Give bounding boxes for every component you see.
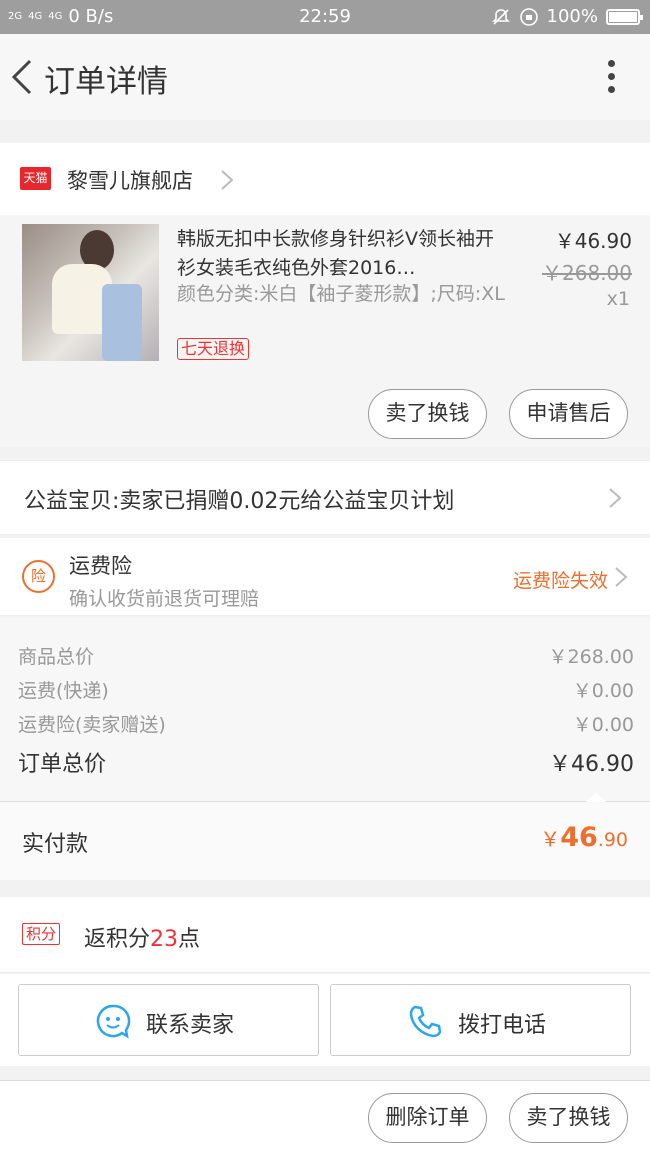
summary-value: ￥268.00 (548, 646, 634, 668)
product-quantity: x1 (606, 288, 630, 310)
product-title[interactable]: 韩版无扣中长款修身针织衫V领长袖开衫女装毛衣纯色外套2016… (177, 225, 507, 283)
paid-amount-row: 实付款 ￥46.90 (0, 802, 650, 880)
mute-icon (491, 8, 510, 25)
call-phone-button[interactable]: 拨打电话 (330, 984, 631, 1056)
bottom-action-bar: 删除订单 卖了换钱 (0, 1080, 650, 1155)
shipping-insurance-row[interactable]: 险 运费险 确认收货前退货可理赔 运费险失效 (0, 538, 650, 616)
summary-row-insurance: 运费险(卖家赠送) ￥0.00 (18, 710, 634, 740)
rotation-lock-icon (519, 7, 538, 26)
points-prefix: 返积分 (84, 927, 151, 952)
points-row: 积分 返积分23点 (0, 897, 650, 973)
charity-row[interactable]: 公益宝贝:卖家已捐赠0.02元给公益宝贝计划 (0, 460, 650, 535)
summary-label: 运费险(卖家赠送) (18, 714, 166, 736)
contact-actions: 联系卖家 拨打电话 (0, 974, 650, 1066)
back-arrow-icon[interactable] (10, 58, 34, 96)
summary-row-goods: 商品总价 ￥268.00 (18, 642, 634, 672)
product-spec: 颜色分类:米白【袖子菱形款】;尺码:XL (177, 283, 505, 305)
battery-percent: 100% (546, 6, 598, 27)
chevron-right-icon (609, 488, 622, 508)
shop-name[interactable]: 黎雪儿旗舰店 (67, 165, 193, 195)
contact-seller-button[interactable]: 联系卖家 (18, 984, 319, 1056)
call-phone-label: 拨打电话 (458, 1013, 547, 1038)
status-bar: 2G 4G 4G 0 B/s 22:59 100% (0, 0, 650, 34)
contact-seller-label: 联系卖家 (146, 1013, 235, 1038)
battery-icon (606, 8, 643, 25)
points-text: 返积分23点 (84, 921, 200, 953)
more-menu-icon[interactable] (608, 60, 616, 96)
phone-icon (409, 1005, 442, 1038)
summary-row-total: 订单总价 ￥46.90 (18, 746, 634, 777)
product-thumbnail[interactable] (22, 224, 159, 361)
order-total-value: ￥46.90 (549, 752, 634, 777)
paid-label: 实付款 (22, 832, 89, 857)
return-badge: 七天退换 (177, 338, 250, 360)
summary-value: ￥0.00 (572, 714, 634, 736)
navbar: 订单详情 (0, 34, 650, 120)
sell-button-bottom[interactable]: 卖了换钱 (509, 1093, 628, 1143)
shop-header[interactable]: 天猫 黎雪儿旗舰店 (0, 143, 650, 215)
summary-notch (586, 792, 606, 802)
summary-label: 商品总价 (18, 646, 95, 668)
product-price: ￥46.90 (554, 229, 632, 253)
charity-text: 公益宝贝:卖家已捐赠0.02元给公益宝贝计划 (24, 489, 455, 514)
paid-currency: ￥ (540, 827, 561, 851)
chat-bubble-icon (96, 1004, 131, 1039)
chevron-right-icon (615, 567, 628, 587)
page-title: 订单详情 (44, 64, 168, 100)
points-tag: 积分 (22, 923, 61, 945)
delete-order-button[interactable]: 删除订单 (368, 1093, 487, 1143)
sell-button[interactable]: 卖了换钱 (368, 389, 487, 439)
points-count: 23 (150, 927, 179, 952)
insurance-subtitle: 确认收货前退货可理赔 (69, 588, 260, 610)
tmall-logo: 天猫 (20, 167, 51, 190)
product-item: 韩版无扣中长款修身针织衫V领长袖开衫女装毛衣纯色外套2016… 颜色分类:米白【… (0, 215, 650, 447)
insurance-status: 运费险失效 (512, 570, 608, 592)
summary-label: 运费(快递) (18, 680, 109, 702)
summary-row-shipping: 运费(快递) ￥0.00 (18, 676, 634, 706)
paid-integer: 46 (560, 822, 598, 853)
paid-amount: ￥46.90 (540, 822, 628, 853)
paid-decimal: .90 (597, 829, 628, 851)
summary-value: ￥0.00 (572, 680, 634, 702)
insurance-icon: 险 (22, 560, 55, 593)
product-original-price: ￥268.00 (542, 261, 632, 285)
order-total-label: 订单总价 (18, 752, 107, 777)
status-right: 100% (491, 6, 643, 27)
price-summary: 商品总价 ￥268.00 运费(快递) ￥0.00 运费险(卖家赠送) ￥0.0… (0, 618, 650, 802)
aftersale-button[interactable]: 申请售后 (509, 389, 628, 439)
points-suffix: 点 (178, 927, 201, 952)
insurance-title: 运费险 (69, 554, 132, 578)
chevron-right-icon (221, 170, 234, 190)
